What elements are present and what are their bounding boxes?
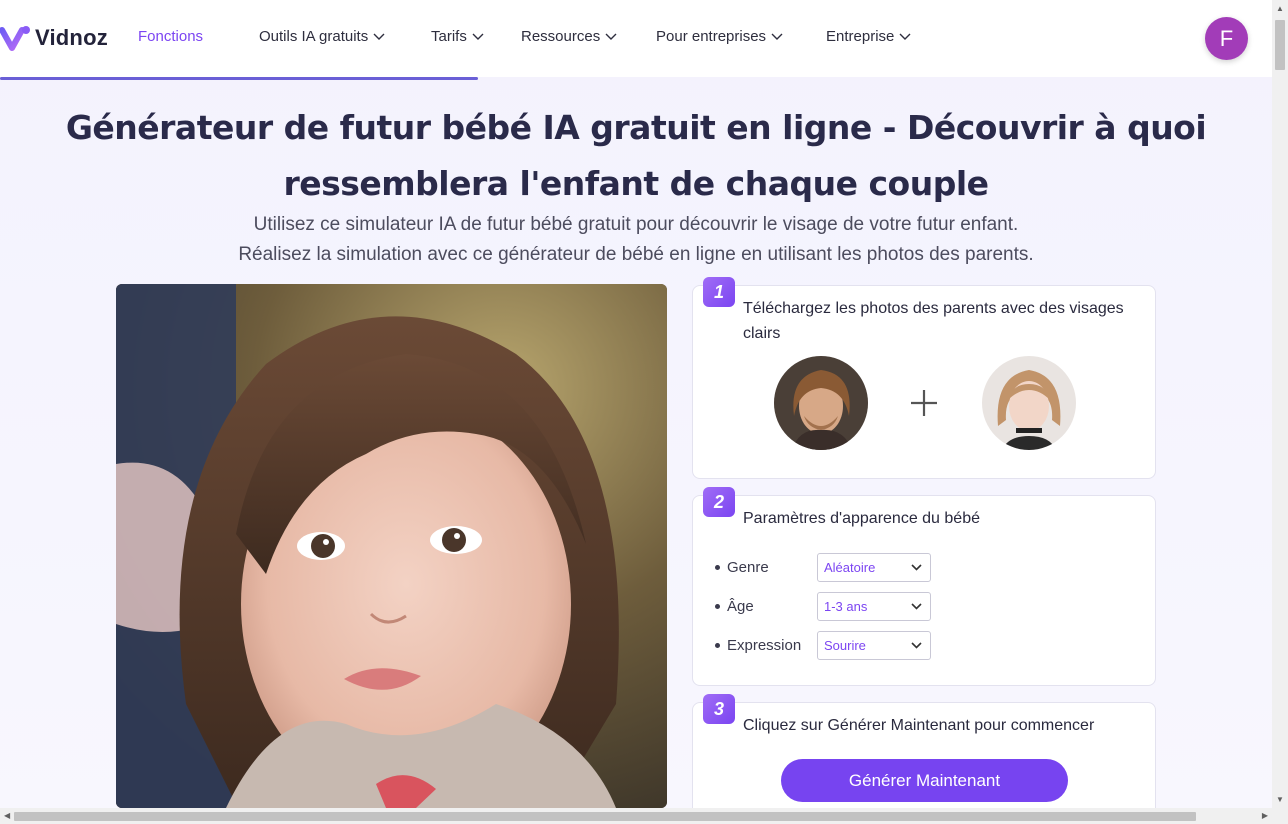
- horizontal-scrollbar[interactable]: ◀ ▶: [0, 808, 1288, 824]
- nav-label: Outils IA gratuits: [259, 28, 369, 45]
- nav-tarifs[interactable]: Tarifs: [431, 28, 484, 45]
- scroll-down-icon[interactable]: ▼: [1276, 795, 1284, 804]
- step-2-badge: 2: [703, 487, 735, 517]
- mother-portrait: [982, 356, 1076, 450]
- vertical-scroll-thumb[interactable]: [1275, 20, 1285, 70]
- option-label: Expression: [715, 637, 817, 654]
- nav-label: Ressources: [521, 28, 601, 45]
- step-1-badge: 1: [703, 277, 735, 307]
- nav-fonctions[interactable]: Fonctions: [138, 28, 203, 45]
- option-genre: Genre Aléatoire: [715, 553, 931, 582]
- scroll-left-icon[interactable]: ◀: [4, 811, 10, 820]
- select-value: 1-3 ans: [824, 599, 868, 614]
- option-label: Âge: [715, 598, 817, 615]
- header-underline: [0, 77, 478, 80]
- chevron-down-icon: [771, 33, 783, 40]
- title-line-2: ressemblera l'enfant de chaque couple: [283, 164, 989, 203]
- step-1-card: 1 Téléchargez les photos des parents ave…: [692, 277, 1156, 479]
- baby-photo-illustration: [116, 284, 667, 808]
- nav-label: Fonctions: [138, 28, 204, 45]
- nav-label: Tarifs: [431, 28, 467, 45]
- father-portrait: [774, 356, 868, 450]
- chevron-down-icon: [899, 33, 911, 40]
- chevron-down-icon: [911, 603, 922, 610]
- chevron-down-icon: [911, 642, 922, 649]
- vertical-scrollbar[interactable]: ▲ ▼: [1272, 0, 1288, 808]
- parent-photo-father[interactable]: [774, 356, 868, 450]
- option-age: Âge 1-3 ans: [715, 592, 931, 621]
- select-value: Aléatoire: [824, 560, 876, 575]
- main-nav: Fonctions Outils IA gratuits Tarifs Ress…: [0, 28, 1000, 52]
- nav-outils-ia[interactable]: Outils IA gratuits: [259, 28, 385, 45]
- baby-preview-image: [116, 284, 667, 808]
- scroll-right-icon[interactable]: ▶: [1262, 811, 1268, 820]
- title-line-1: Générateur de futur bébé IA gratuit en l…: [65, 108, 1207, 147]
- nav-entreprise[interactable]: Entreprise: [826, 28, 911, 45]
- user-avatar[interactable]: F: [1205, 17, 1248, 60]
- nav-label: Pour entreprises: [656, 28, 767, 45]
- plus-icon: [911, 390, 937, 416]
- page-title: Générateur de futur bébé IA gratuit en l…: [40, 100, 1232, 212]
- select-value: Sourire: [824, 638, 866, 653]
- step-1-title: Téléchargez les photos des parents avec …: [743, 300, 1124, 342]
- expression-select[interactable]: Sourire: [817, 631, 931, 660]
- chevron-down-icon: [911, 564, 922, 571]
- genre-select[interactable]: Aléatoire: [817, 553, 931, 582]
- chevron-down-icon: [472, 33, 484, 40]
- nav-pour-entreprises[interactable]: Pour entreprises: [656, 28, 783, 45]
- nav-label: Entreprise: [826, 28, 895, 45]
- step-2-card: 2 Paramètres d'apparence du bébé Genre A…: [692, 487, 1156, 686]
- generate-now-button[interactable]: Générer Maintenant: [781, 759, 1068, 802]
- option-label: Genre: [715, 559, 817, 576]
- chevron-down-icon: [605, 33, 617, 40]
- nav-ressources[interactable]: Ressources: [521, 28, 617, 45]
- option-expression: Expression Sourire: [715, 631, 931, 660]
- horizontal-scroll-thumb[interactable]: [14, 812, 1196, 821]
- subtitle-line-1: Utilisez ce simulateur IA de futur bébé …: [253, 214, 1019, 235]
- step-3-card: 3 Cliquez sur Générer Maintenant pour co…: [692, 694, 1156, 822]
- chevron-down-icon: [373, 33, 385, 40]
- step-2-title: Paramètres d'apparence du bébé: [743, 510, 980, 527]
- top-nav-bar: Vidnoz Fonctions Outils IA gratuits Tari…: [0, 0, 1272, 77]
- parent-photo-mother[interactable]: [982, 356, 1076, 450]
- step-3-title: Cliquez sur Générer Maintenant pour comm…: [743, 717, 1095, 734]
- scroll-up-icon[interactable]: ▲: [1276, 4, 1284, 13]
- step-3-badge: 3: [703, 694, 735, 724]
- subtitle-line-2: Réalisez la simulation avec ce générateu…: [238, 244, 1034, 265]
- age-select[interactable]: 1-3 ans: [817, 592, 931, 621]
